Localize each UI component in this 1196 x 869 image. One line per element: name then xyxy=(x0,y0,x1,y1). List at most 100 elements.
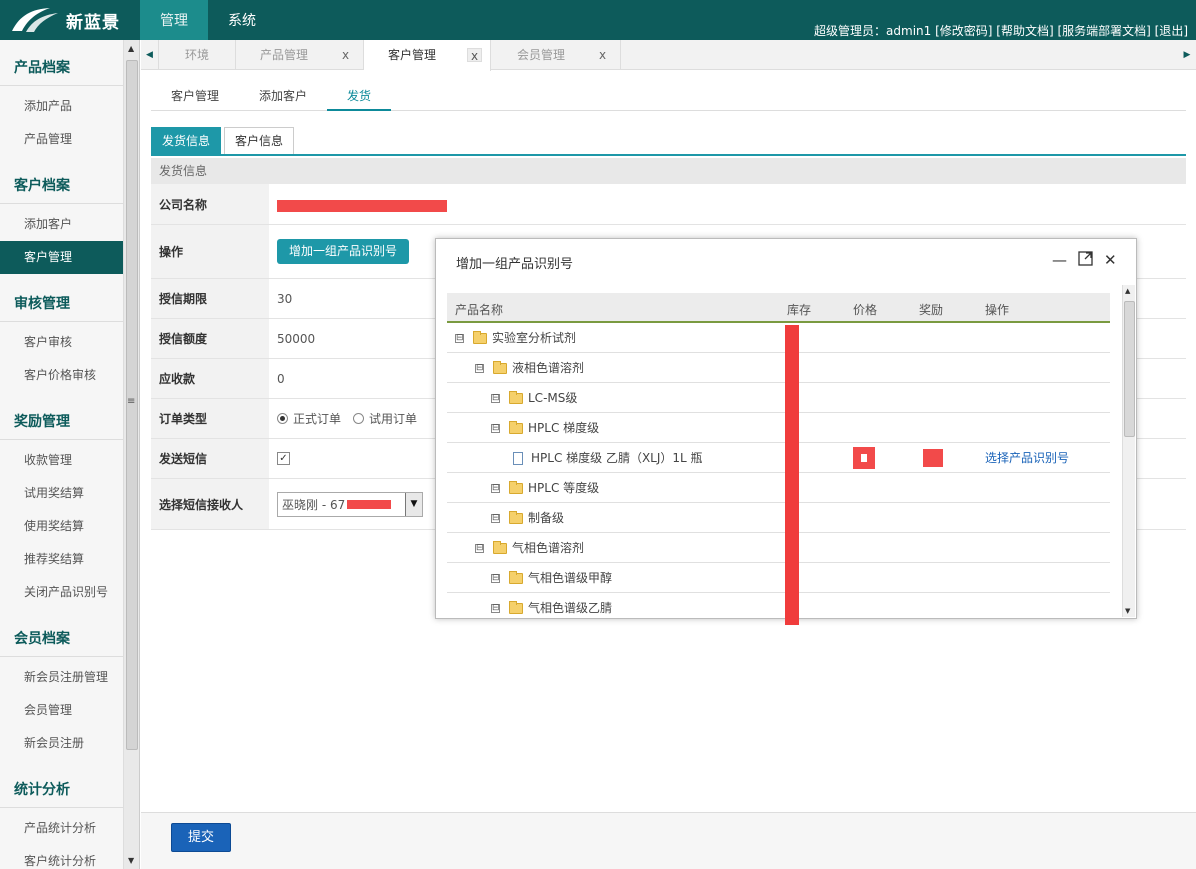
stock-column-redacted xyxy=(785,325,799,625)
row-company: 公司名称 xyxy=(151,184,1186,225)
topnav-system[interactable]: 系统 xyxy=(208,0,276,40)
user-bar[interactable]: 超级管理员：admin1 [修改密码] [帮助文档] [服务端部署文档] [退出… xyxy=(814,22,1188,39)
sms-recipient-select[interactable]: 巫晓刚 - 67 ▼ xyxy=(277,491,423,517)
sidebar-item-use-reward[interactable]: 使用奖结算 xyxy=(0,510,123,543)
folder-icon xyxy=(509,480,523,494)
radio-formal-order[interactable]: 正式订单 xyxy=(277,410,341,427)
top-bar: 新蓝景 管理 系统 超级管理员：admin1 [修改密码] [帮助文档] [服务… xyxy=(0,0,1196,40)
collapse-icon[interactable]: ⊟ xyxy=(491,573,500,583)
folder-icon xyxy=(493,540,507,554)
collapse-icon[interactable]: ⊟ xyxy=(491,513,500,523)
tab-shipping-info[interactable]: 发货信息 xyxy=(151,127,222,154)
sidebar-item-new-member-manage[interactable]: 新会员注册管理 xyxy=(0,661,123,694)
sidebar-item-customer-manage[interactable]: 客户管理 xyxy=(0,241,123,274)
tab-scroll-left-icon[interactable]: ◀ xyxy=(141,40,159,70)
tab-scroll-right-icon[interactable]: ▶ xyxy=(1178,40,1196,70)
sidebar-group-review[interactable]: 审核管理 xyxy=(0,286,123,322)
scroll-down-icon[interactable]: ▼ xyxy=(1125,607,1130,615)
sidebar-group-member[interactable]: 会员档案 xyxy=(0,621,123,657)
dialog-scroll-thumb[interactable] xyxy=(1124,301,1135,437)
collapse-icon[interactable]: ⊟ xyxy=(491,393,500,403)
radio-selected-icon[interactable] xyxy=(277,413,288,424)
tab-customer-manage[interactable]: 客户管理 x xyxy=(364,40,491,71)
company-name-redacted xyxy=(277,200,447,212)
sidebar-group-customer[interactable]: 客户档案 xyxy=(0,168,123,204)
credit-limit-label: 授信额度 xyxy=(151,319,269,358)
collapse-icon[interactable]: ⊟ xyxy=(491,423,500,433)
grid-header: 产品名称 库存 价格 奖励 操作 xyxy=(447,293,1110,323)
sidebar-item-product-manage[interactable]: 产品管理 xyxy=(0,123,123,156)
operation-label: 操作 xyxy=(151,225,269,278)
sidebar-item-close-id[interactable]: 关闭产品识别号 xyxy=(0,576,123,609)
tree-row[interactable]: ⊟ 气相色谱级乙腈 xyxy=(447,593,1110,618)
tree-row[interactable]: ⊟ 气相色谱溶剂 xyxy=(447,533,1110,563)
sidebar-item-customer-stats[interactable]: 客户统计分析 xyxy=(0,845,123,869)
chevron-down-icon[interactable]: ▼ xyxy=(405,492,422,516)
sidebar-item-product-stats[interactable]: 产品统计分析 xyxy=(0,812,123,845)
sms-label: 发送短信 xyxy=(151,439,269,478)
tree-row-product[interactable]: HPLC 梯度级 乙腈（XLJ）1L 瓶 选择产品识别号 xyxy=(447,443,1110,473)
tab-close-icon[interactable]: x xyxy=(467,48,483,63)
tab-customer-info[interactable]: 客户信息 xyxy=(224,127,295,154)
sms-checkbox[interactable]: ✓ xyxy=(277,452,290,465)
sidebar-item-payment[interactable]: 收款管理 xyxy=(0,444,123,477)
tab-close-icon[interactable]: x xyxy=(342,40,349,70)
tab-close-icon[interactable]: x xyxy=(599,40,606,70)
sidebar-item-add-product[interactable]: 添加产品 xyxy=(0,90,123,123)
sidebar-group-stats[interactable]: 统计分析 xyxy=(0,772,123,808)
sidebar-item-trial-reward[interactable]: 试用奖结算 xyxy=(0,477,123,510)
close-icon[interactable]: ✕ xyxy=(1104,251,1117,269)
product-tree-grid: 产品名称 库存 价格 奖励 操作 ⊟ 实验室分析试剂 ⊟ 液相色谱溶剂 ⊟ LC-MS… xyxy=(447,293,1110,618)
collapse-icon[interactable]: ⊟ xyxy=(491,603,500,613)
tree-row[interactable]: ⊟ 制备级 xyxy=(447,503,1110,533)
price-redacted xyxy=(853,447,875,469)
dialog-scrollbar[interactable]: ▲ ▼ xyxy=(1122,285,1135,617)
subnav-customer-manage[interactable]: 客户管理 xyxy=(151,82,239,111)
radio-trial-order[interactable]: 试用订单 xyxy=(353,410,417,427)
form-tabs: 发货信息 客户信息 xyxy=(151,127,1186,156)
logo: 新蓝景 xyxy=(10,5,140,35)
sidebar-item-price-review[interactable]: 客户价格审核 xyxy=(0,359,123,392)
tree-row[interactable]: ⊟ HPLC 梯度级 xyxy=(447,413,1110,443)
collapse-icon[interactable]: ⊟ xyxy=(475,363,484,373)
topnav-manage[interactable]: 管理 xyxy=(140,0,208,40)
tab-environment[interactable]: 环境 xyxy=(159,40,236,70)
sidebar-item-new-member[interactable]: 新会员注册 xyxy=(0,727,123,760)
folder-icon xyxy=(509,570,523,584)
sidebar-scrollbar[interactable]: ▲ ≡ ▼ xyxy=(124,40,140,869)
radio-unselected-icon[interactable] xyxy=(353,413,365,424)
submit-button[interactable]: 提交 xyxy=(171,823,231,852)
folder-icon xyxy=(509,420,523,434)
sidebar-item-referral-reward[interactable]: 推荐奖结算 xyxy=(0,543,123,576)
select-product-id-link[interactable]: 选择产品识别号 xyxy=(985,443,1069,473)
sub-nav: 客户管理 添加客户 发货 xyxy=(151,82,1186,111)
tab-product-manage[interactable]: 产品管理 x xyxy=(236,40,364,70)
minimize-icon[interactable]: — xyxy=(1052,251,1067,269)
scroll-up-icon[interactable]: ▲ xyxy=(128,44,134,53)
tree-row[interactable]: ⊟ 实验室分析试剂 xyxy=(447,323,1110,353)
tree-row[interactable]: ⊟ 液相色谱溶剂 xyxy=(447,353,1110,383)
scroll-up-icon[interactable]: ▲ xyxy=(1125,287,1130,295)
add-product-id-button[interactable]: 增加一组产品识别号 xyxy=(277,239,410,264)
footer-bar: 提交 xyxy=(141,812,1196,869)
splitter-grip-icon[interactable]: ≡ xyxy=(127,396,135,407)
sidebar-item-customer-review[interactable]: 客户审核 xyxy=(0,326,123,359)
folder-icon xyxy=(493,360,507,374)
tab-member-manage[interactable]: 会员管理 x xyxy=(491,40,621,70)
phone-redacted xyxy=(347,499,392,509)
subnav-add-customer[interactable]: 添加客户 xyxy=(239,82,327,111)
scroll-down-icon[interactable]: ▼ xyxy=(128,856,134,865)
collapse-icon[interactable]: ⊟ xyxy=(475,543,484,553)
tree-row[interactable]: ⊟ HPLC 等度级 xyxy=(447,473,1110,503)
tree-row[interactable]: ⊟ LC-MS级 xyxy=(447,383,1110,413)
sidebar-item-member-manage[interactable]: 会员管理 xyxy=(0,694,123,727)
maximize-icon[interactable] xyxy=(1078,251,1093,270)
sidebar-group-reward[interactable]: 奖励管理 xyxy=(0,404,123,440)
sidebar-item-add-customer[interactable]: 添加客户 xyxy=(0,208,123,241)
sidebar-group-product[interactable]: 产品档案 xyxy=(0,50,123,86)
collapse-icon[interactable]: ⊟ xyxy=(491,483,500,493)
tree-row[interactable]: ⊟ 气相色谱级甲醇 xyxy=(447,563,1110,593)
sms-recipient-label: 选择短信接收人 xyxy=(151,479,269,529)
collapse-icon[interactable]: ⊟ xyxy=(455,333,464,343)
subnav-ship[interactable]: 发货 xyxy=(327,82,392,111)
